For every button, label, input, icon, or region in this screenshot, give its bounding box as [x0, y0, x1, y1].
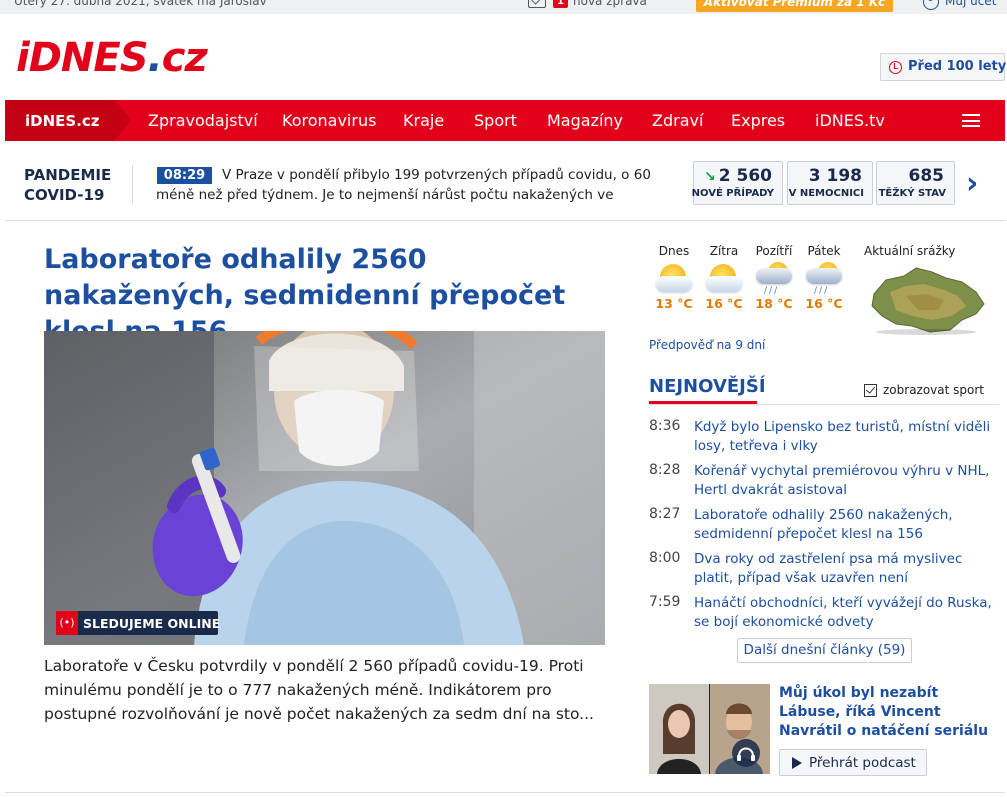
- weather-day-after-tomorrow[interactable]: Pozítří /// 18 °C: [749, 244, 799, 311]
- trend-down-icon: ↘: [704, 169, 716, 185]
- user-icon[interactable]: [923, 0, 939, 10]
- history-button[interactable]: Před 100 lety: [880, 53, 1007, 81]
- premium-button[interactable]: Aktivovat Premium za 1 Kč: [696, 0, 893, 12]
- podcast-title[interactable]: Můj úkol byl nezabít Lábuse, říká Vincen…: [779, 684, 994, 741]
- weather-day-friday[interactable]: Pátek /// 16 °C: [799, 244, 849, 311]
- weather-day-today[interactable]: Dnes 13 °C: [649, 244, 699, 311]
- divider: [5, 792, 1005, 793]
- show-sport-checkbox[interactable]: [864, 384, 877, 397]
- covid-ticker-text[interactable]: V Praze v pondělí přibylo 199 potvrzenýc…: [156, 165, 656, 205]
- article-perex[interactable]: Laboratoře v Česku potvrdily v pondělí 2…: [44, 654, 604, 726]
- partly-cloudy-icon: [654, 262, 694, 296]
- divider: [649, 404, 999, 405]
- divider: [5, 220, 1005, 221]
- nav-item-zpravodajstvi[interactable]: Zpravodajství: [148, 111, 258, 130]
- nav-item-koronavirus[interactable]: Koronavirus: [282, 111, 376, 130]
- live-badge[interactable]: (•) SLEDUJEME ONLINE: [56, 611, 221, 635]
- podcast-thumbnail[interactable]: [649, 684, 770, 774]
- play-icon: [792, 757, 802, 769]
- weather-day-tomorrow[interactable]: Zítra 16 °C: [699, 244, 749, 311]
- forecast-link[interactable]: Předpověď na 9 dní: [649, 338, 765, 352]
- new-message-link[interactable]: nová zpráva: [573, 0, 647, 8]
- live-label: SLEDUJEME ONLINE: [83, 616, 221, 631]
- covid-section-title[interactable]: PANDEMIE COVID-19: [24, 165, 111, 205]
- play-podcast-button[interactable]: Přehrát podcast: [779, 749, 927, 776]
- history-label: Před 100 lety: [908, 59, 1007, 74]
- main-nav: iDNES.cz Zpravodajství Koronavirus Kraje…: [5, 100, 1005, 141]
- account-link[interactable]: Můj účet: [945, 0, 996, 8]
- latest-section-title: NEJNOVĚJŠÍ: [649, 376, 766, 397]
- site-logo[interactable]: iDNES.cz: [16, 36, 208, 80]
- article-hero-image[interactable]: [44, 331, 605, 645]
- mail-count-badge[interactable]: 1: [553, 0, 568, 8]
- hamburger-menu-icon[interactable]: [962, 114, 980, 127]
- covid-ticker-time: 08:29: [157, 167, 212, 184]
- top-bar: Úterý 27. dubna 2021, svátek má Jaroslav…: [0, 0, 1007, 14]
- title-underline: [649, 401, 757, 404]
- partly-cloudy-icon: [704, 262, 744, 296]
- nav-item-zdravi[interactable]: Zdraví: [652, 111, 703, 130]
- nav-home[interactable]: iDNES.cz: [5, 100, 131, 141]
- date-nameday: Úterý 27. dubna 2021, svátek má Jaroslav: [14, 0, 267, 8]
- live-broadcast-icon: (•): [56, 611, 78, 635]
- rain-icon: ///: [804, 262, 844, 296]
- nav-item-magaziny[interactable]: Magazíny: [547, 111, 623, 130]
- clock-icon: [889, 61, 902, 74]
- show-sport-label[interactable]: zobrazovat sport: [883, 383, 984, 397]
- stat-new-cases[interactable]: ↘ 2 560 NOVÉ PŘÍPADY: [692, 161, 783, 205]
- stat-severe[interactable]: 685 TĚŽKÝ STAV: [876, 161, 955, 205]
- czech-map-icon[interactable]: [866, 264, 988, 338]
- more-articles-button[interactable]: Další dnešní články (59): [737, 638, 912, 663]
- rain-icon: ///: [754, 262, 794, 296]
- mail-icon[interactable]: [528, 0, 548, 10]
- stat-hospitalized[interactable]: 3 198 V NEMOCNICI: [787, 161, 873, 205]
- precipitation-map-title[interactable]: Aktuální srážky: [864, 244, 955, 258]
- nav-item-idnes-tv[interactable]: iDNES.tv: [815, 111, 885, 130]
- chevron-right-icon[interactable]: ›: [966, 169, 978, 199]
- nav-item-kraje[interactable]: Kraje: [403, 111, 444, 130]
- nav-item-expres[interactable]: Expres: [731, 111, 785, 130]
- divider: [132, 165, 133, 205]
- nav-item-sport[interactable]: Sport: [474, 111, 517, 130]
